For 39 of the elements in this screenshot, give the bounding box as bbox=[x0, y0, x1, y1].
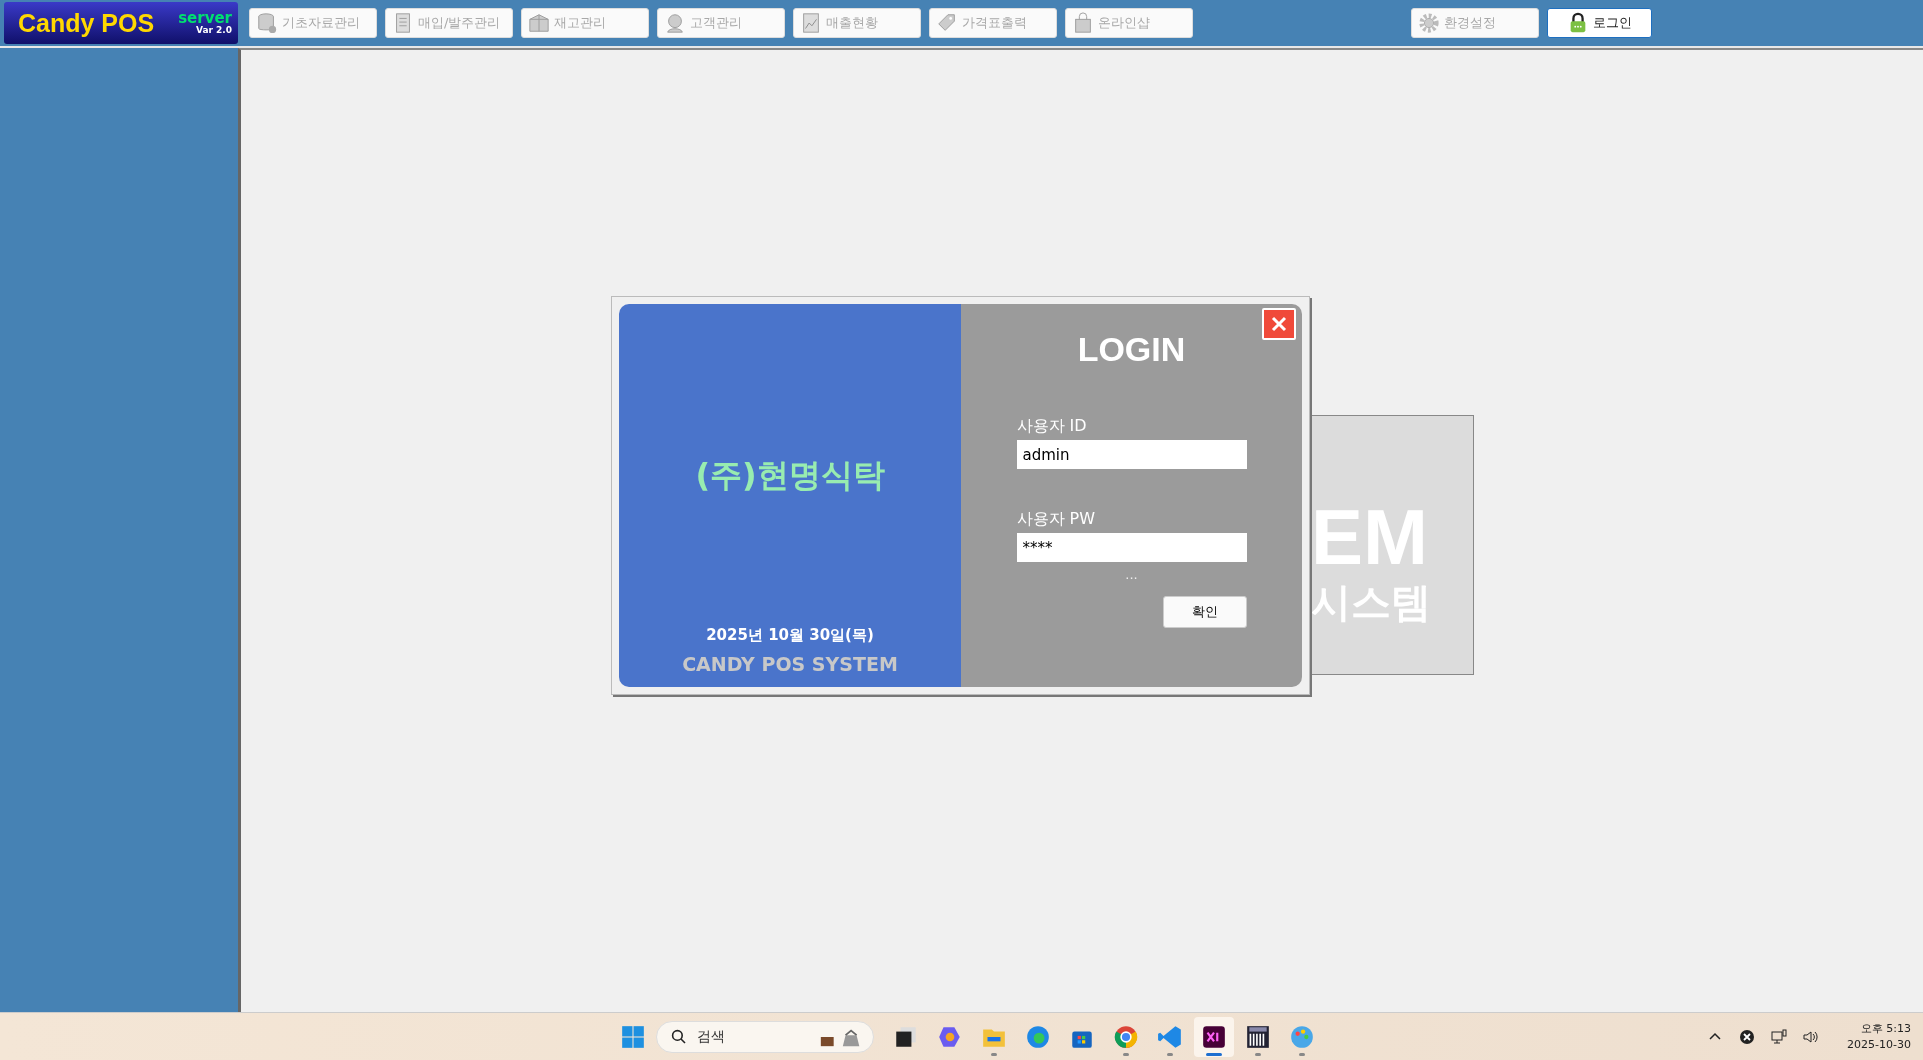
person-icon bbox=[664, 12, 686, 34]
running-indicator bbox=[991, 1052, 997, 1056]
login-title: LOGIN bbox=[1077, 330, 1186, 369]
running-indicator bbox=[1299, 1052, 1305, 1056]
chart-icon bbox=[800, 12, 822, 34]
close-button[interactable] bbox=[1262, 308, 1296, 340]
login-button[interactable]: 로그인 bbox=[1547, 8, 1652, 38]
system-name: CANDY POS SYSTEM bbox=[682, 653, 898, 675]
box-icon bbox=[528, 12, 550, 34]
network-icon[interactable] bbox=[1771, 1028, 1788, 1045]
running-indicator bbox=[1167, 1052, 1173, 1056]
company-name: (주)현명식탁 bbox=[695, 455, 885, 496]
running-indicator bbox=[1255, 1052, 1261, 1056]
active-indicator bbox=[1206, 1052, 1222, 1056]
date-label: 2025년 10월 30일(목) bbox=[706, 626, 874, 645]
close-circle-icon[interactable] bbox=[1739, 1028, 1756, 1045]
paint-palette-icon bbox=[1289, 1023, 1315, 1050]
user-id-field[interactable]: admin bbox=[1016, 440, 1247, 469]
settings-icon bbox=[1418, 12, 1440, 34]
version-label: Var 2.0 bbox=[195, 26, 232, 35]
search-placeholder: 검색 bbox=[697, 1027, 726, 1046]
database-icon bbox=[256, 12, 278, 34]
password-field[interactable]: **** bbox=[1016, 533, 1247, 562]
bag-icon bbox=[1072, 12, 1094, 34]
edition-label: server bbox=[178, 11, 232, 26]
logo-text: Candy POS bbox=[18, 8, 155, 38]
taskbar-app[interactable] bbox=[1194, 1016, 1234, 1057]
field-label: 사용자 ID bbox=[1016, 416, 1088, 437]
clock-date[interactable]: 2025-10-30 bbox=[1847, 1036, 1911, 1052]
volume-icon[interactable] bbox=[1803, 1028, 1820, 1045]
status-text: ... bbox=[1125, 567, 1138, 582]
search-field[interactable]: 검색 bbox=[656, 1020, 874, 1053]
clock-time[interactable]: 오후 5:13 bbox=[1860, 1021, 1911, 1037]
tag-icon bbox=[936, 12, 958, 34]
search-icon bbox=[671, 1028, 687, 1045]
close-icon bbox=[1269, 314, 1289, 334]
field-label: 사용자 PW bbox=[1016, 509, 1097, 530]
running-indicator bbox=[1123, 1052, 1129, 1056]
confirm-button[interactable]: 확인 bbox=[1162, 596, 1247, 628]
